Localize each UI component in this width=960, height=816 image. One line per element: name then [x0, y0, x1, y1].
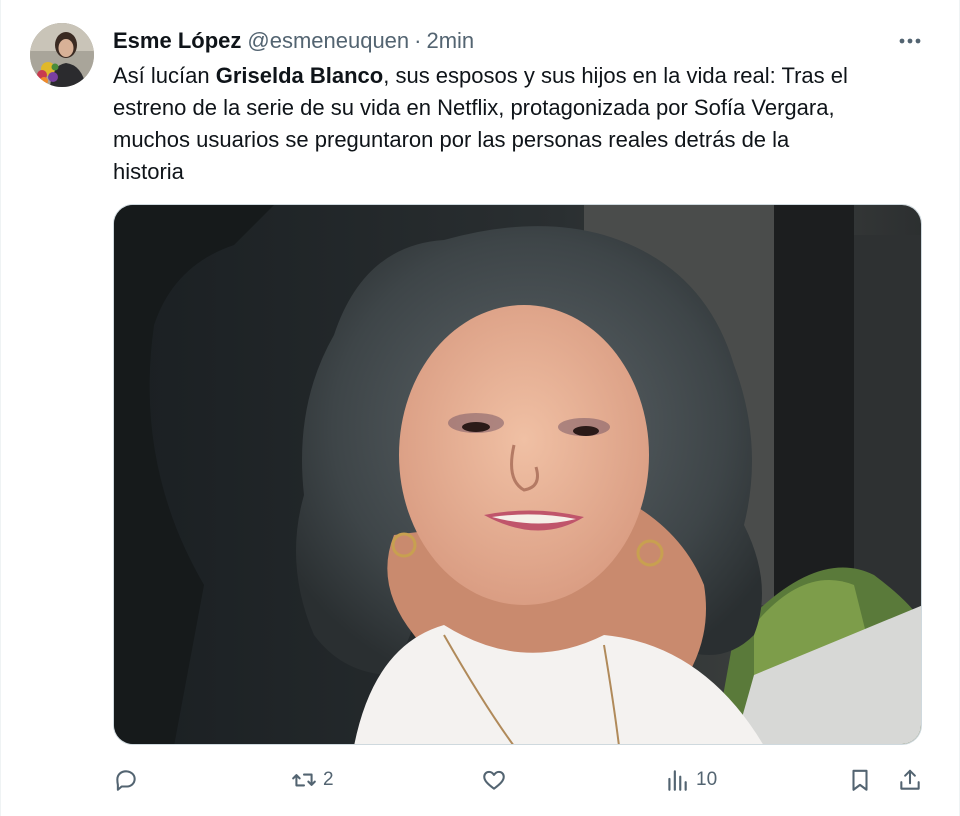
author-handle[interactable]: @esmeneuquen: [247, 26, 409, 56]
tweet-text-segment: , sus esposos y sus hijos en la vida rea…: [383, 63, 848, 88]
bookmark-button[interactable]: [847, 760, 873, 800]
heart-icon: [483, 770, 505, 790]
tweet-text: Así lucían Griselda Blanco, sus esposos …: [113, 60, 928, 188]
views-count: 10: [696, 769, 718, 790]
reply-button[interactable]: [113, 760, 145, 800]
views-button[interactable]: 10: [664, 760, 717, 800]
bookmark-icon: [852, 769, 868, 791]
tweet-text-line-2: estreno de la serie de su vida en Netfli…: [113, 95, 835, 120]
retweet-button[interactable]: 2: [291, 760, 334, 800]
author-name[interactable]: Esme López: [113, 26, 241, 56]
tweet-card[interactable]: Esme López @esmeneuquen · 2min Así lucía…: [0, 0, 960, 816]
share-icon: [900, 769, 920, 790]
tweet-text-segment: Así lucían: [113, 63, 216, 88]
photo-image: [114, 205, 921, 744]
timestamp[interactable]: 2min: [426, 26, 474, 56]
action-bar: 2 10: [113, 760, 928, 800]
separator-dot: ·: [414, 28, 422, 53]
retweet-count: 2: [323, 769, 334, 790]
tweet-text-line-4: historia: [113, 159, 184, 184]
tweet-photo[interactable]: [113, 204, 922, 745]
avatar-image: [30, 23, 94, 87]
avatar[interactable]: [30, 23, 94, 87]
tweet-text-line-3: muchos usuarios se preguntaron por las p…: [113, 127, 790, 152]
retweet-icon: [292, 773, 316, 787]
tweet-text-line-1: Así lucían Griselda Blanco, sus esposos …: [113, 60, 928, 92]
more-button[interactable]: [894, 28, 926, 54]
like-button[interactable]: [481, 760, 513, 800]
tweet-text-bold: Griselda Blanco: [215, 63, 384, 88]
more-horizontal-icon: [899, 38, 921, 44]
tweet-header: Esme López @esmeneuquen · 2min: [113, 26, 474, 56]
reply-icon: [116, 770, 136, 791]
share-button[interactable]: [897, 760, 923, 800]
views-icon: [668, 770, 687, 791]
